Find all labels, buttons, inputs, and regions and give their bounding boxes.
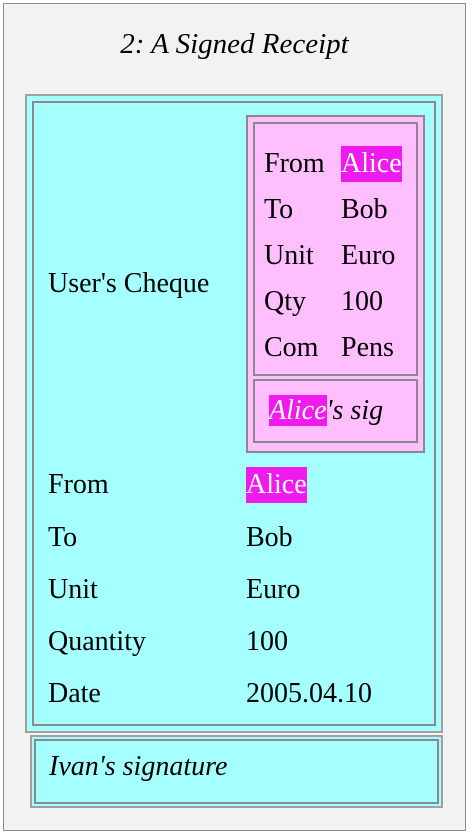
field-from-value: Alice (246, 467, 307, 503)
cheque-signature-text: Alice's sig (269, 393, 383, 429)
cheque-qty-value: 100 (341, 286, 383, 317)
user-cheque: From Alice To Bob Unit Euro Qty 100 Com … (246, 115, 425, 453)
cheque-label: User's Cheque (48, 268, 210, 299)
cheque-signer: Alice (269, 395, 327, 426)
field-date-value: 2005.04.10 (246, 678, 372, 709)
cheque-sig-suffix: 's sig (326, 395, 384, 426)
field-quantity-key: Quantity (48, 626, 146, 657)
cheque-to-value: Bob (341, 194, 388, 225)
field-date-key: Date (48, 678, 101, 709)
page-title: 2: A Signed Receipt (120, 28, 349, 60)
field-from-key: From (48, 469, 109, 500)
field-unit-key: Unit (48, 574, 98, 605)
cheque-fields: From Alice To Bob Unit Euro Qty 100 Com … (253, 122, 418, 376)
receipt-signature: Ivan's signature (30, 735, 443, 808)
cheque-from-key: From (264, 148, 325, 179)
field-to-value: Bob (246, 522, 293, 553)
cheque-com-key: Com (264, 332, 319, 363)
field-quantity-value: 100 (246, 626, 288, 657)
field-unit-value: Euro (246, 574, 301, 605)
cheque-signature: Alice's sig (253, 379, 418, 443)
cheque-unit-key: Unit (264, 240, 314, 271)
cheque-unit-value: Euro (341, 240, 396, 271)
receipt-signature-text: Ivan's signature (49, 751, 228, 782)
cheque-com-value: Pens (341, 332, 394, 363)
cheque-to-key: To (264, 194, 294, 225)
cheque-qty-key: Qty (264, 286, 306, 317)
cheque-from-value: Alice (341, 146, 402, 182)
field-to-key: To (48, 522, 78, 553)
